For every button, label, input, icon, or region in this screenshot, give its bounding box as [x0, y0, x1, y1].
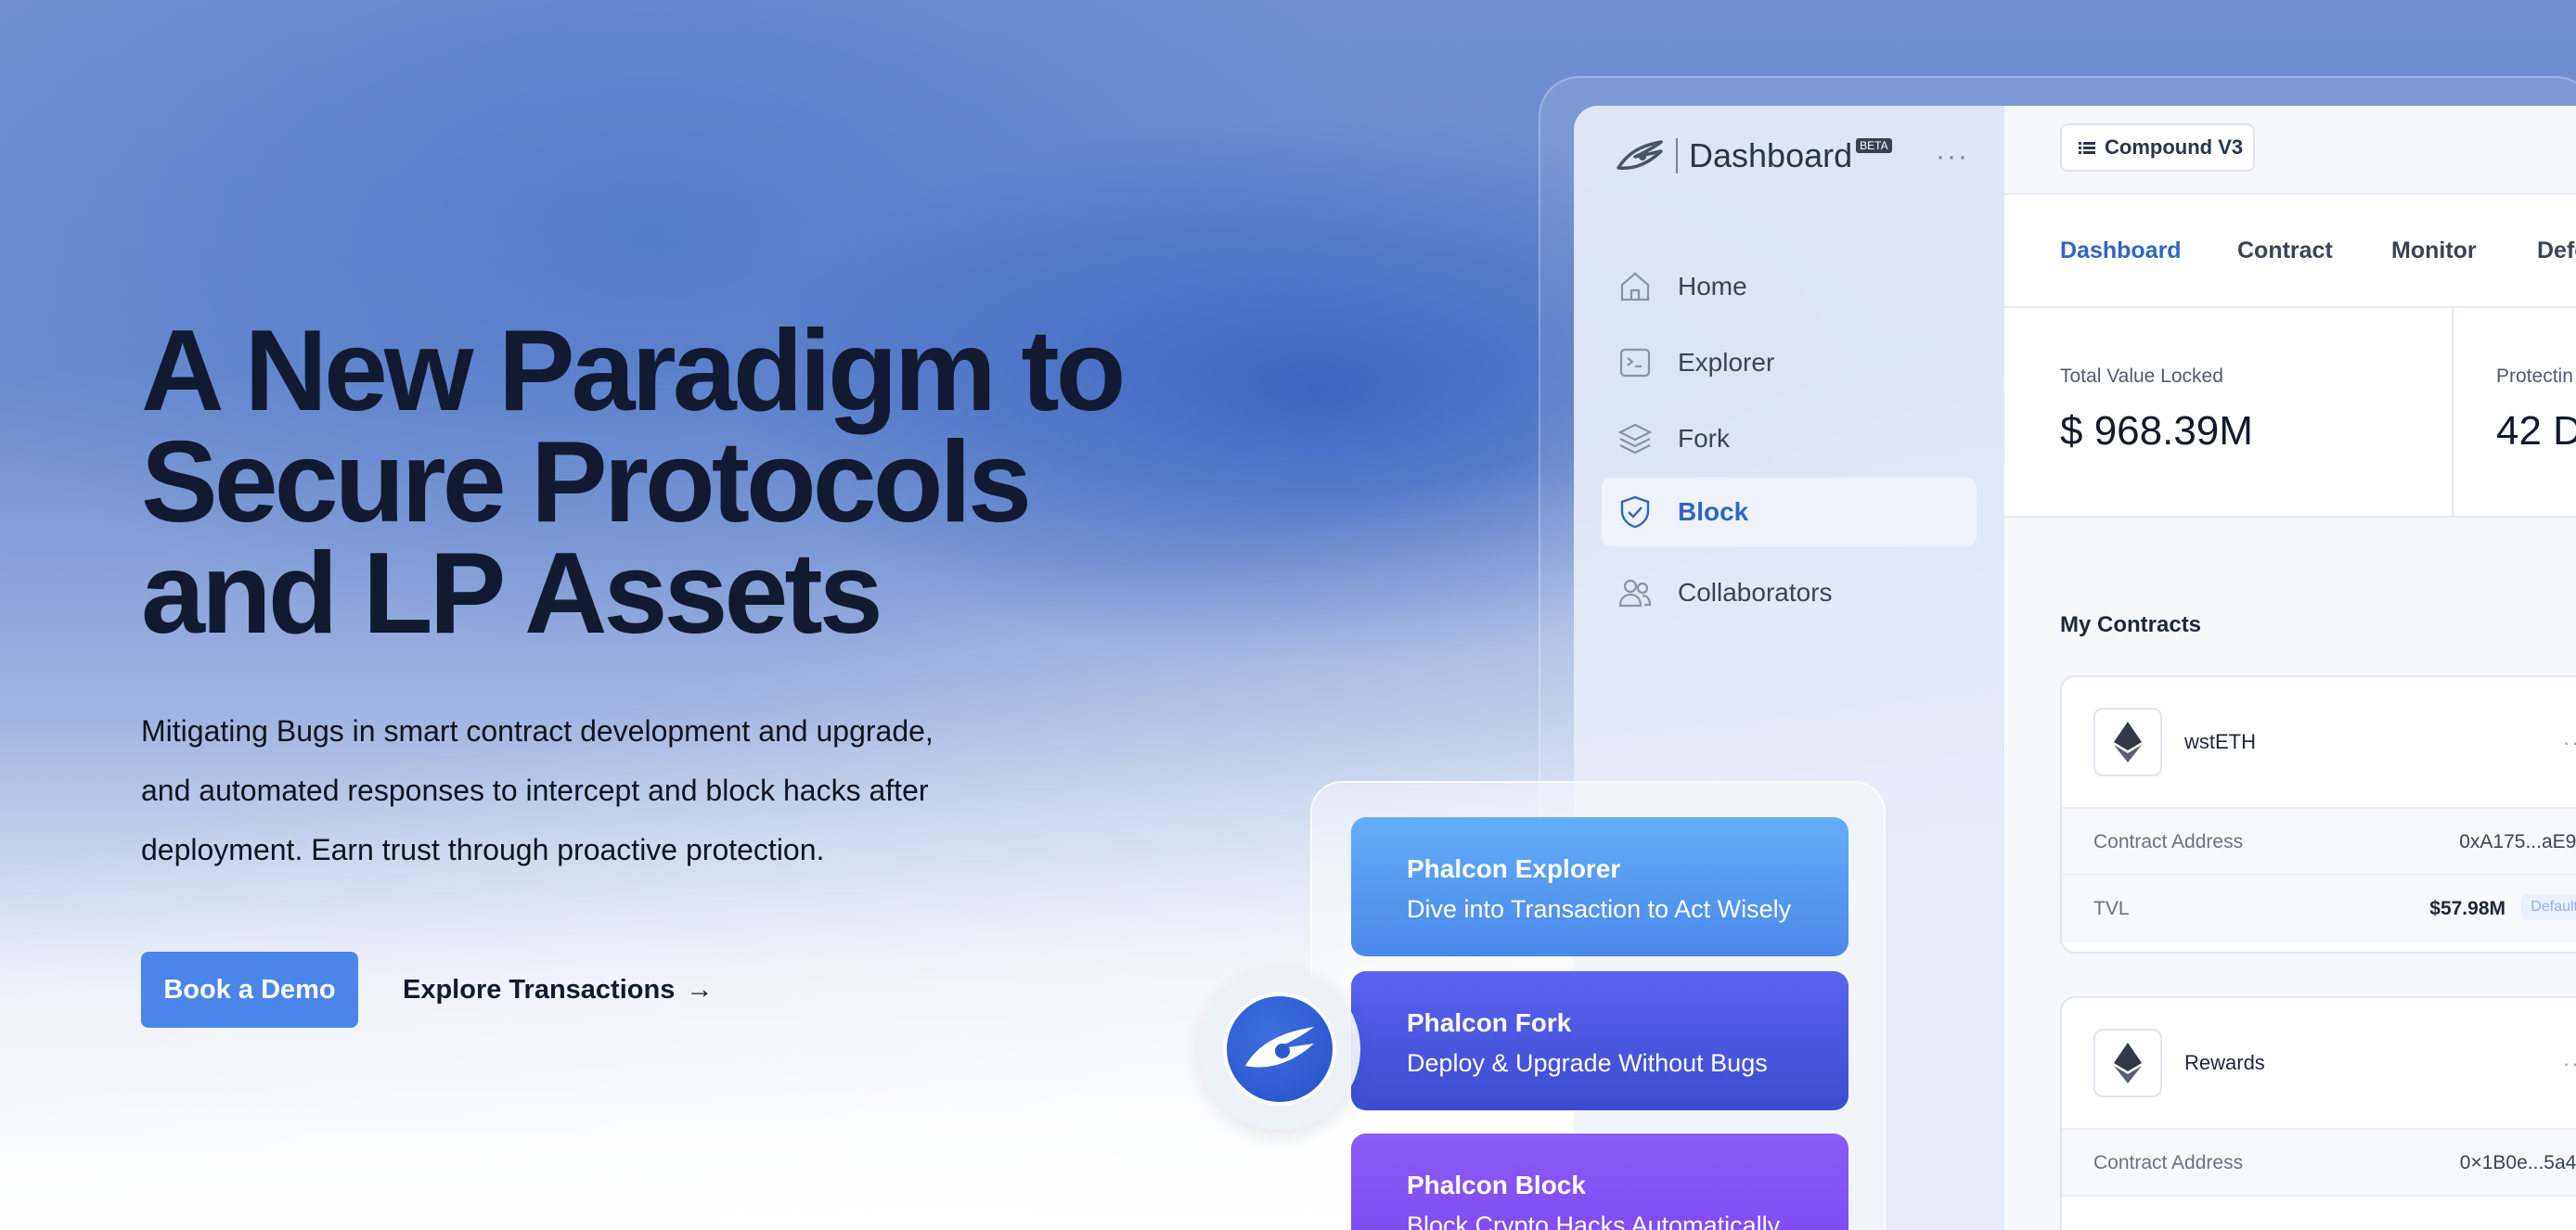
- sidebar-more-icon[interactable]: ···: [1936, 141, 1969, 173]
- hero-title-line: Secure Protocols: [141, 418, 1032, 546]
- contract-tvl-value: $57.98M: [2429, 898, 2505, 919]
- explore-transactions-label: Explore Transactions: [403, 974, 676, 1005]
- book-demo-button[interactable]: Book a Demo: [141, 952, 358, 1028]
- protocol-selector[interactable]: Compound V3: [2060, 123, 2255, 172]
- stat-label: Total Value Locked: [2060, 365, 2223, 387]
- contract-tvl-label: TVL: [2093, 898, 2130, 919]
- product-title: Phalcon Fork: [1407, 1008, 1572, 1037]
- product-subtitle: Dive into Transaction to Act Wisely: [1407, 895, 1792, 923]
- ethereum-icon: [2114, 1043, 2142, 1083]
- contract-card[interactable]: Rewards ··· Contract Address 0×1B0e...5a…: [2060, 996, 2576, 1230]
- sidebar-item-home[interactable]: Home: [1602, 252, 1977, 321]
- stat-value: $ 968.39M: [2060, 408, 2253, 454]
- sidebar-item-label: Block: [1678, 497, 1749, 526]
- logo-divider: [1676, 138, 1678, 173]
- stat-divider: [2452, 308, 2454, 518]
- hero-subtitle-line: deployment. Earn trust through proactive…: [141, 833, 825, 866]
- tab-contract[interactable]: Contract: [2237, 237, 2333, 264]
- users-icon: [1618, 579, 1652, 608]
- stat-label: Protectin: [2496, 365, 2573, 387]
- product-title: Phalcon Explorer: [1407, 854, 1621, 883]
- product-card-fork[interactable]: Phalcon Fork Deploy & Upgrade Without Bu…: [1351, 971, 1848, 1110]
- sidebar-item-label: Collaborators: [1678, 578, 1833, 607]
- stat-value: 42 D: [2496, 408, 2576, 454]
- shield-check-icon: [1620, 495, 1650, 529]
- sidebar-item-explorer[interactable]: Explorer: [1602, 328, 1977, 397]
- hero-subtitle: Mitigating Bugs in smart contract develo…: [141, 701, 1069, 879]
- arrow-right-icon: →: [686, 974, 714, 1005]
- hero-title: A New Paradigm to Secure Protocols and L…: [141, 307, 1217, 658]
- sidebar-item-fork[interactable]: Fork: [1602, 404, 1977, 473]
- contract-card[interactable]: wstETH ··· Contract Address 0xA175...aE9…: [2060, 675, 2576, 954]
- contract-more-icon[interactable]: ···: [2563, 1052, 2576, 1076]
- stats-panel: Total Value Locked $ 968.39M Protectin 4…: [2004, 308, 2576, 518]
- default-badge: Default: [2521, 894, 2576, 920]
- layers-icon: [1617, 423, 1653, 455]
- product-card-explorer[interactable]: Phalcon Explorer Dive into Transaction t…: [1351, 817, 1848, 956]
- hero-subtitle-line: Mitigating Bugs in smart contract develo…: [141, 714, 934, 748]
- beta-badge: BETA: [1856, 138, 1892, 153]
- contract-address-label: Contract Address: [2093, 1152, 2244, 1173]
- phalcon-eye-icon: [1223, 993, 1336, 1106]
- protocol-selector-label: Compound V3: [2105, 135, 2244, 159]
- dashboard-tabs: Dashboard Contract Monitor Defe: [2004, 193, 2576, 308]
- tab-monitor[interactable]: Monitor: [2391, 237, 2477, 264]
- terminal-icon: [1619, 348, 1651, 378]
- tab-dashboard[interactable]: Dashboard: [2060, 237, 2182, 264]
- contract-more-icon[interactable]: ···: [2563, 731, 2576, 755]
- my-contracts-title: My Contracts: [2060, 612, 2202, 637]
- contract-card-header: wstETH ···: [2062, 677, 2576, 809]
- contract-address-row: Contract Address 0xA175...aE94: [2062, 809, 2576, 876]
- product-card-block[interactable]: Phalcon Block Block Crypto Hacks Automat…: [1351, 1134, 1848, 1230]
- explore-transactions-link[interactable]: Explore Transactions →: [403, 965, 713, 1015]
- contract-name: Rewards: [2184, 1051, 2265, 1074]
- product-subtitle: Block Crypto Hacks Automatically: [1407, 1211, 1781, 1230]
- contract-address-value[interactable]: 0×1B0e...5a40: [2460, 1152, 2576, 1174]
- phalcon-eye-glyph: [1245, 1027, 1314, 1068]
- tab-defense[interactable]: Defe: [2537, 237, 2576, 264]
- hero-title-line: and LP Assets: [141, 530, 883, 658]
- sidebar-item-block[interactable]: Block: [1602, 478, 1977, 546]
- dashboard-logo-text: Dashboard: [1689, 136, 1853, 174]
- home-icon: [1620, 272, 1650, 301]
- ethereum-icon: [2114, 722, 2142, 762]
- dashboard-logo[interactable]: Dashboard BETA: [1615, 128, 1892, 184]
- hero-subtitle-line: and automated responses to intercept and…: [141, 774, 929, 807]
- sidebar-item-label: Home: [1678, 272, 1747, 301]
- sidebar-item-label: Explorer: [1678, 348, 1775, 377]
- contract-address-value[interactable]: 0xA175...aE94: [2459, 831, 2576, 853]
- list-icon: [2079, 142, 2095, 154]
- product-title: Phalcon Block: [1407, 1171, 1586, 1199]
- contract-address-row: Contract Address 0×1B0e...5a40: [2062, 1130, 2576, 1197]
- sidebar-item-collaborators[interactable]: Collaborators: [1602, 558, 1977, 627]
- phalcon-logo-icon: [1616, 140, 1663, 171]
- eth-logo-box: [2093, 1029, 2162, 1097]
- hero-title-line: A New Paradigm to: [141, 307, 1126, 435]
- sidebar-item-label: Fork: [1678, 424, 1730, 453]
- contract-tvl-row: TVL $57.98M Default: [2062, 876, 2576, 942]
- product-subtitle: Deploy & Upgrade Without Bugs: [1407, 1049, 1768, 1077]
- contract-name: wstETH: [2184, 730, 2256, 753]
- eth-logo-box: [2093, 708, 2162, 776]
- contract-address-label: Contract Address: [2093, 831, 2244, 852]
- contract-card-header: Rewards ···: [2062, 998, 2576, 1130]
